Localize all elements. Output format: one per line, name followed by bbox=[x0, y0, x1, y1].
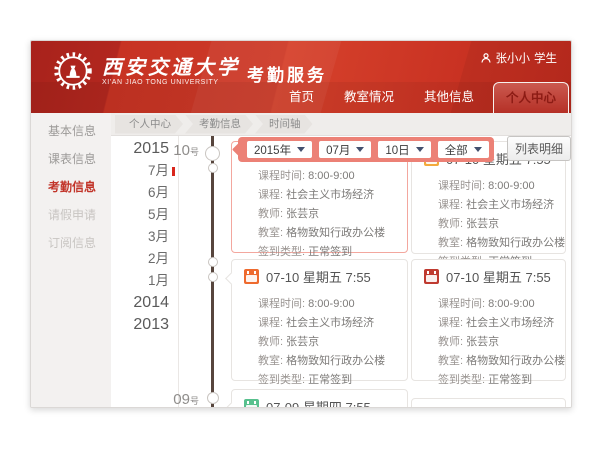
app-window: 西安交通大学 XI'AN JIAO TONG UNIVERSITY 考勤服务 张… bbox=[30, 40, 572, 408]
card-field: 课程时间: 8:00-9:00 bbox=[258, 167, 397, 186]
user-name: 张小小 bbox=[496, 50, 531, 66]
scale-month-2[interactable]: 2月 bbox=[115, 248, 169, 270]
chevron-down-icon bbox=[356, 147, 364, 152]
chevron-down-icon bbox=[416, 147, 424, 152]
nav-item-other[interactable]: 其他信息 bbox=[409, 82, 489, 113]
timeline-node bbox=[208, 272, 218, 282]
card-field: 教室: 格物致知行政办公楼 bbox=[438, 234, 555, 253]
sidebar: 基本信息 课表信息 考勤信息 请假申请 订阅信息 bbox=[31, 113, 111, 407]
scale-separator bbox=[178, 136, 179, 407]
nav-item-home[interactable]: 首页 bbox=[274, 82, 329, 113]
brand-text: 西安交通大学 XI'AN JIAO TONG UNIVERSITY bbox=[102, 56, 240, 86]
card-field: 教室: 格物致知行政办公楼 bbox=[438, 352, 555, 371]
calendar-icon bbox=[244, 269, 259, 284]
timeline-node bbox=[207, 392, 219, 404]
calendar-icon bbox=[244, 399, 259, 408]
sidebar-item-attendance-info[interactable]: 考勤信息 bbox=[31, 173, 111, 201]
university-name-en: XI'AN JIAO TONG UNIVERSITY bbox=[102, 79, 240, 86]
scale-year-2015[interactable]: 2015 bbox=[115, 138, 169, 160]
date-filter-bar: 2015年 07月 10日 全部 bbox=[238, 137, 494, 162]
scale-month-5[interactable]: 5月 bbox=[115, 204, 169, 226]
card-field: 教师: 张芸京 bbox=[258, 333, 397, 352]
sidebar-item-basic-info[interactable]: 基本信息 bbox=[31, 117, 111, 145]
card-date: 07-10 星期五 7:55 bbox=[266, 267, 371, 286]
card-field: 教师: 张芸京 bbox=[438, 215, 555, 234]
day-marker-10: 10号 bbox=[171, 142, 199, 159]
card-date: 07-09 星期四 7:55 bbox=[266, 397, 371, 408]
user-role: 学生 bbox=[534, 50, 557, 66]
breadcrumb-timeline[interactable]: 时间轴 bbox=[255, 115, 313, 134]
card-fields: 课程时间: 8:00-9:00课程: 社会主义市场经济教师: 张芸京教室: 格物… bbox=[412, 289, 565, 398]
user-info[interactable]: 张小小 学生 bbox=[480, 50, 558, 66]
card-fields: 课程时间: 8:00-9:00课程: 社会主义市场经济教师: 张芸京教室: 格物… bbox=[232, 289, 407, 398]
nav-tab-personal-center[interactable]: 个人中心 bbox=[493, 82, 569, 113]
card-field: 教室: 格物致知行政办公楼 bbox=[258, 224, 397, 243]
scale-month-7[interactable]: 7月 bbox=[115, 160, 169, 182]
scale-month-1[interactable]: 1月 bbox=[115, 270, 169, 292]
breadcrumb: 个人中心 考勤信息 时间轴 bbox=[111, 113, 571, 136]
year-select[interactable]: 2015年 bbox=[247, 141, 312, 158]
list-detail-button[interactable]: 列表明细 bbox=[507, 136, 571, 161]
type-select[interactable]: 全部 bbox=[438, 141, 489, 158]
timeline-node bbox=[208, 163, 218, 173]
attendance-card[interactable]: 07-09 星期四 7:55 bbox=[231, 389, 408, 408]
attendance-card[interactable]: 07-10 星期五 7:55 课程时间: 8:00-9:00课程: 社会主义市场… bbox=[411, 259, 566, 381]
timeline-scale: 2015 7月 6月 5月 3月 2月 1月 2014 2013 bbox=[115, 138, 169, 336]
person-icon bbox=[480, 52, 492, 64]
university-name: 西安交通大学 bbox=[102, 56, 240, 78]
nav-item-classrooms[interactable]: 教室情况 bbox=[329, 82, 409, 113]
scale-month-6[interactable]: 6月 bbox=[115, 182, 169, 204]
card-date: 07-10 星期五 7:55 bbox=[446, 267, 551, 286]
card-field: 课程时间: 8:00-9:00 bbox=[258, 295, 397, 314]
card-field: 教室: 格物致知行政办公楼 bbox=[258, 352, 397, 371]
day-select[interactable]: 10日 bbox=[378, 141, 430, 158]
card-field: 签到类型: 正常签到 bbox=[438, 371, 555, 390]
month-select[interactable]: 07月 bbox=[319, 141, 371, 158]
timeline-node bbox=[208, 257, 218, 267]
chevron-down-icon bbox=[297, 147, 305, 152]
chevron-down-icon bbox=[474, 147, 482, 152]
sidebar-item-subscription-info[interactable]: 订阅信息 bbox=[31, 229, 111, 257]
card-field: 课程: 社会主义市场经济 bbox=[258, 186, 397, 205]
main-nav: 首页 教室情况 其他信息 个人中心 bbox=[274, 81, 569, 113]
university-logo-icon bbox=[53, 51, 93, 91]
card-field: 课程: 社会主义市场经济 bbox=[438, 314, 555, 333]
partial-card[interactable] bbox=[411, 398, 566, 408]
card-field: 课程: 社会主义市场经济 bbox=[258, 314, 397, 333]
page: 西安交通大学 XI'AN JIAO TONG UNIVERSITY 考勤服务 张… bbox=[0, 0, 600, 450]
timeline-node bbox=[205, 146, 220, 161]
card-field: 课程: 社会主义市场经济 bbox=[438, 196, 555, 215]
scale-year-2013[interactable]: 2013 bbox=[115, 314, 169, 336]
scale-month-3[interactable]: 3月 bbox=[115, 226, 169, 248]
breadcrumb-attendance-info[interactable]: 考勤信息 bbox=[185, 115, 253, 134]
sidebar-item-schedule-info[interactable]: 课表信息 bbox=[31, 145, 111, 173]
scale-year-2014[interactable]: 2014 bbox=[115, 292, 169, 314]
brand: 西安交通大学 XI'AN JIAO TONG UNIVERSITY bbox=[53, 51, 240, 91]
card-field: 教师: 张芸京 bbox=[438, 333, 555, 352]
current-month-marker bbox=[172, 167, 175, 176]
calendar-icon bbox=[424, 269, 439, 284]
attendance-card[interactable]: 07-10 星期五 7:55 课程时间: 8:00-9:00课程: 社会主义市场… bbox=[231, 259, 408, 381]
card-field: 签到类型: 正常签到 bbox=[258, 371, 397, 390]
app-header: 西安交通大学 XI'AN JIAO TONG UNIVERSITY 考勤服务 张… bbox=[31, 41, 571, 113]
card-field: 课程时间: 8:00-9:00 bbox=[438, 177, 555, 196]
breadcrumb-personal-center[interactable]: 个人中心 bbox=[115, 115, 183, 134]
day-marker-09: 09号 bbox=[171, 391, 199, 408]
sidebar-item-leave-request[interactable]: 请假申请 bbox=[31, 201, 111, 229]
card-field: 教师: 张芸京 bbox=[258, 205, 397, 224]
card-field: 课程时间: 8:00-9:00 bbox=[438, 295, 555, 314]
